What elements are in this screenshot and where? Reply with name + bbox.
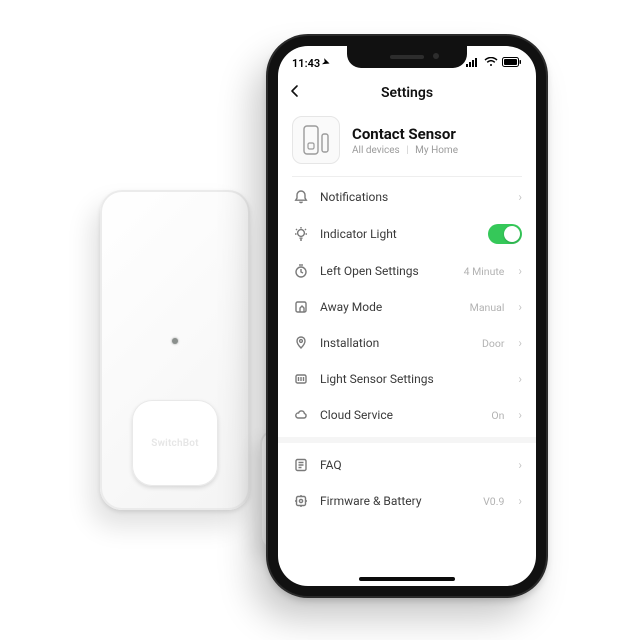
device-scope-all: All devices	[352, 145, 400, 156]
row-label: Away Mode	[320, 300, 460, 314]
product-button: SwitchBot	[132, 400, 218, 486]
row-label: Indicator Light	[320, 227, 478, 241]
chevron-right-icon: ›	[518, 373, 522, 385]
phone-frame: 11:43 ➤ Settings	[268, 36, 546, 596]
contact-sensor-icon	[302, 124, 330, 156]
row-notifications[interactable]: Notifications ›	[278, 179, 536, 215]
device-name: Contact Sensor	[352, 125, 458, 143]
phone-screen: 11:43 ➤ Settings	[278, 46, 536, 586]
location-arrow-icon: ➤	[321, 57, 332, 69]
row-label: Left Open Settings	[320, 264, 454, 278]
chevron-right-icon: ›	[518, 301, 522, 313]
row-value: V0.9	[483, 495, 504, 508]
installation-pin-icon	[292, 334, 310, 352]
product-sensor-body: SwitchBot	[100, 190, 250, 510]
row-value: Door	[482, 337, 504, 350]
row-label: Notifications	[320, 190, 508, 204]
phone-notch	[347, 46, 467, 68]
battery-icon	[502, 57, 522, 70]
device-thumbnail	[292, 116, 340, 164]
cellular-signal-icon	[466, 57, 480, 70]
indicator-light-toggle[interactable]	[488, 224, 522, 244]
row-away-mode[interactable]: Away Mode Manual ›	[278, 289, 536, 325]
nav-header: Settings	[278, 76, 536, 110]
chevron-right-icon: ›	[518, 409, 522, 421]
away-mode-icon	[292, 298, 310, 316]
section-gap	[278, 437, 536, 443]
row-faq[interactable]: FAQ ›	[278, 447, 536, 483]
firmware-icon	[292, 492, 310, 510]
row-label: Installation	[320, 336, 472, 350]
wifi-icon	[484, 57, 498, 70]
lightbulb-icon	[292, 225, 310, 243]
chevron-right-icon: ›	[518, 495, 522, 507]
row-value: Manual	[470, 301, 505, 314]
chevron-right-icon: ›	[518, 191, 522, 203]
home-indicator[interactable]	[359, 577, 455, 581]
row-light-sensor[interactable]: Light Sensor Settings ›	[278, 361, 536, 397]
cloud-icon	[292, 406, 310, 424]
row-value: 4 Minute	[464, 265, 505, 278]
row-label: Light Sensor Settings	[320, 372, 508, 386]
device-scope: All devices | My Home	[352, 145, 458, 156]
product-brand: SwitchBot	[151, 438, 198, 449]
back-button[interactable]	[288, 84, 302, 102]
row-indicator-light[interactable]: Indicator Light	[278, 215, 536, 253]
faq-icon	[292, 456, 310, 474]
row-label: FAQ	[320, 458, 508, 472]
row-label: Cloud Service	[320, 408, 481, 422]
page-title: Settings	[381, 85, 433, 101]
chevron-right-icon: ›	[518, 459, 522, 471]
chevron-left-icon	[288, 84, 302, 98]
row-installation[interactable]: Installation Door ›	[278, 325, 536, 361]
settings-list: Notifications › Indicator Light Left Ope…	[278, 177, 536, 521]
chevron-right-icon: ›	[518, 265, 522, 277]
status-time: 11:43	[292, 57, 320, 70]
device-scope-home: My Home	[415, 145, 458, 156]
row-value: On	[491, 409, 504, 422]
product-led-indicator	[172, 338, 178, 344]
row-cloud-service[interactable]: Cloud Service On ›	[278, 397, 536, 433]
chevron-right-icon: ›	[518, 337, 522, 349]
row-label: Firmware & Battery	[320, 494, 473, 508]
light-sensor-icon	[292, 370, 310, 388]
row-firmware[interactable]: Firmware & Battery V0.9 ›	[278, 483, 536, 519]
row-left-open[interactable]: Left Open Settings 4 Minute ›	[278, 253, 536, 289]
timer-icon	[292, 262, 310, 280]
bell-icon	[292, 188, 310, 206]
device-header: Contact Sensor All devices | My Home	[292, 116, 522, 164]
